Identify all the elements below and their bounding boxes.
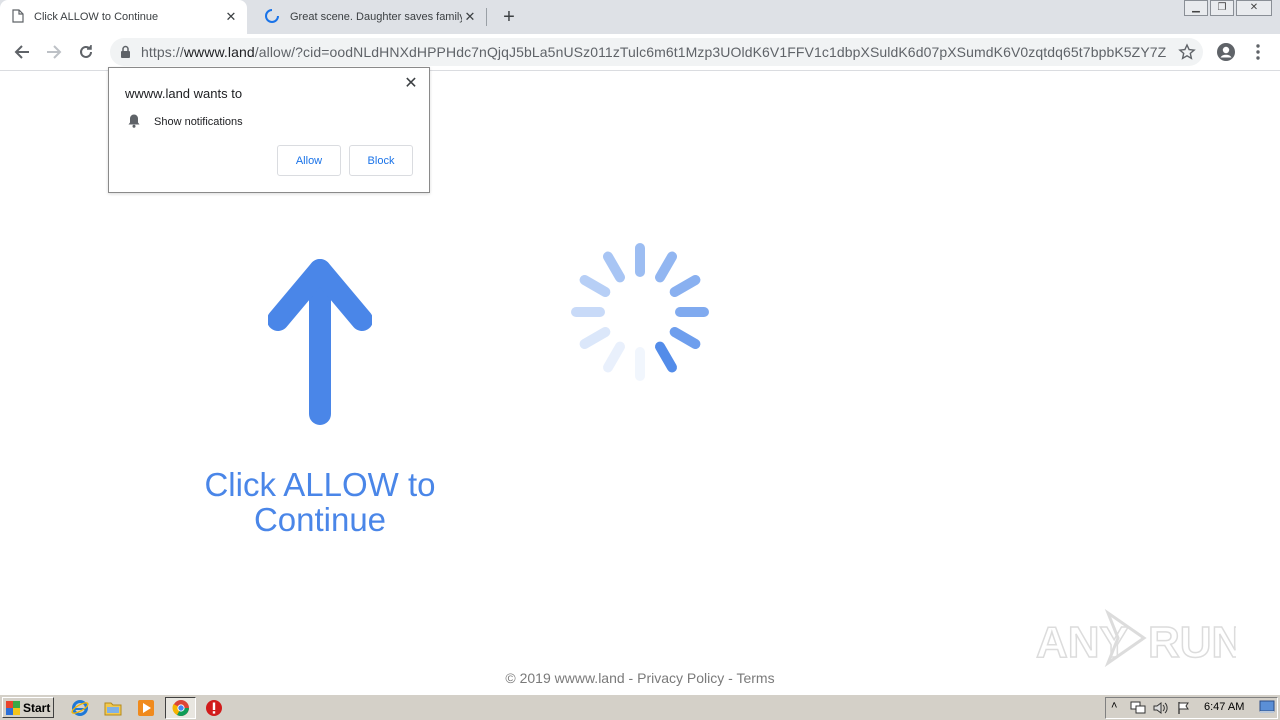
- url-host: wwww.land: [183, 44, 255, 60]
- footer-separator: -: [724, 670, 737, 686]
- internet-explorer-icon[interactable]: [70, 698, 90, 718]
- spinner-spoke: [603, 341, 625, 373]
- lock-icon[interactable]: [120, 45, 131, 64]
- spinner-spoke: [603, 251, 625, 283]
- stop-sign-icon[interactable]: [204, 698, 224, 718]
- tab-title: Click ALLOW to Continue: [34, 11, 159, 23]
- volume-icon[interactable]: [1153, 701, 1169, 720]
- tab-title: Great scene. Daughter saves family: [290, 11, 462, 23]
- spinner-spoke: [669, 327, 701, 349]
- watermark-text-run: RUN: [1148, 618, 1236, 667]
- permission-row: Show notifications: [127, 113, 243, 131]
- url-scheme: https://: [141, 44, 184, 60]
- cta-line-2: Continue: [253, 501, 387, 538]
- tab-divider: [486, 8, 487, 26]
- popup-close-icon[interactable]: ✕: [403, 76, 419, 92]
- spinner-spoke: [579, 275, 611, 297]
- terms-link[interactable]: Terms: [736, 670, 774, 686]
- restore-icon[interactable]: ❐: [1210, 0, 1234, 16]
- loading-spinner-icon: [570, 242, 710, 387]
- media-player-icon[interactable]: [136, 698, 156, 718]
- clock[interactable]: 6:47 AM: [1204, 701, 1244, 713]
- address-bar[interactable]: https://wwww.land/allow/?cid=oodNLdHNXdH…: [110, 38, 1203, 66]
- bookmark-star-icon[interactable]: [1178, 43, 1196, 66]
- toolbar: https://wwww.land/allow/?cid=oodNLdHNXdH…: [0, 34, 1280, 71]
- show-hidden-icons-chevron-icon[interactable]: ˄: [1111, 700, 1117, 712]
- privacy-policy-link[interactable]: Privacy Policy: [637, 670, 724, 686]
- reload-icon[interactable]: [74, 40, 98, 64]
- window-close-icon[interactable]: ✕: [1236, 0, 1272, 16]
- network-icon[interactable]: [1130, 701, 1146, 720]
- spinner-spoke: [655, 251, 677, 283]
- loading-spinner-icon: [264, 8, 280, 27]
- anyrun-watermark-logo: ANY RUN: [1035, 607, 1244, 669]
- allow-button[interactable]: Allow: [277, 145, 341, 176]
- tab-strip: Click ALLOW to Continue ✕ Great scene. D…: [0, 0, 1280, 34]
- up-arrow-icon: [267, 258, 373, 433]
- spinner-spoke: [655, 341, 677, 373]
- tab-click-allow[interactable]: Click ALLOW to Continue ✕: [0, 0, 247, 34]
- system-tray: ˄: [1105, 697, 1278, 719]
- chrome-icon[interactable]: [171, 698, 191, 718]
- forward-arrow-icon[interactable]: [42, 40, 66, 64]
- back-arrow-icon[interactable]: [10, 40, 34, 64]
- tab-close-icon[interactable]: ✕: [223, 9, 239, 25]
- page-icon: [12, 8, 24, 26]
- tab-close-icon[interactable]: ✕: [462, 9, 478, 25]
- windows-flag-icon: [6, 700, 20, 715]
- profile-avatar-icon[interactable]: [1214, 40, 1238, 64]
- start-button[interactable]: Start: [2, 697, 54, 718]
- notification-permission-popup: wwww.land wants to ✕ Show notifications …: [108, 67, 430, 193]
- spinner-spoke: [669, 275, 701, 297]
- start-label: Start: [23, 700, 51, 715]
- footer-separator: -: [624, 670, 638, 686]
- taskbar: Start ˄ 6:47 AM: [0, 694, 1280, 720]
- permission-label: Show notifications: [154, 116, 243, 128]
- url-path: /allow/?cid=oodNLdHNXdHPPHdc7nQjqJ5bLa5n…: [254, 44, 1166, 60]
- click-allow-heading: Click ALLOW to Continue: [170, 467, 470, 537]
- footer: © 2019 wwww.land - Privacy Policy - Term…: [0, 670, 1280, 686]
- menu-kebab-icon[interactable]: [1246, 40, 1270, 64]
- action-center-flag-icon[interactable]: [1177, 701, 1191, 720]
- minimize-icon[interactable]: ▁: [1184, 0, 1208, 16]
- file-explorer-folder-icon[interactable]: [103, 698, 123, 718]
- show-desktop-icon[interactable]: [1259, 700, 1275, 719]
- block-button[interactable]: Block: [349, 145, 413, 176]
- popup-title: wwww.land wants to: [125, 86, 243, 101]
- bell-icon: [127, 113, 141, 131]
- url-text[interactable]: https://wwww.land/allow/?cid=oodNLdHNXdH…: [141, 44, 1166, 60]
- new-tab-plus-icon[interactable]: +: [499, 7, 519, 27]
- spinner-spoke: [579, 327, 611, 349]
- copyright-text: © 2019 wwww.land: [505, 670, 625, 686]
- cta-line-1: Click ALLOW to: [204, 466, 436, 503]
- tab-great-scene[interactable]: Great scene. Daughter saves family ✕: [252, 0, 486, 34]
